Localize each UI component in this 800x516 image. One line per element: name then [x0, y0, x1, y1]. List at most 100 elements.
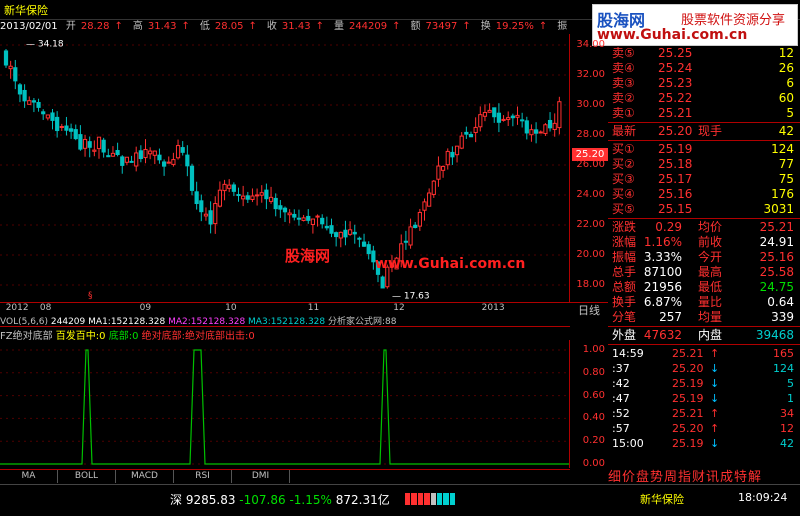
candle-body[interactable]: [64, 125, 69, 131]
candle-body[interactable]: [148, 150, 153, 155]
candle-body[interactable]: [529, 129, 534, 136]
candle-body[interactable]: [487, 109, 492, 113]
candle-body[interactable]: [231, 184, 236, 192]
candle-body[interactable]: [171, 159, 176, 165]
candle-body[interactable]: [82, 138, 88, 149]
candle-body[interactable]: [106, 155, 111, 158]
candle-body[interactable]: [310, 218, 315, 226]
candle-body[interactable]: [278, 205, 283, 210]
candle-body[interactable]: [492, 107, 497, 118]
candle-body[interactable]: [515, 114, 520, 118]
candle-body[interactable]: [273, 197, 278, 210]
candle-body[interactable]: [306, 215, 311, 221]
candle-body[interactable]: [543, 124, 548, 134]
candle-body[interactable]: [110, 152, 116, 157]
candle-body[interactable]: [194, 191, 199, 205]
candle-body[interactable]: [199, 200, 204, 213]
tab-rsi[interactable]: RSI: [174, 470, 232, 483]
candle-body[interactable]: [459, 135, 464, 149]
candle-body[interactable]: [315, 215, 320, 218]
candle-body[interactable]: [329, 225, 334, 234]
candle-body[interactable]: [27, 100, 32, 105]
candle-body[interactable]: [78, 134, 83, 150]
candle-body[interactable]: [454, 145, 460, 156]
tab-boll[interactable]: BOLL: [58, 470, 116, 483]
status-stock[interactable]: 新华保险: [640, 491, 684, 507]
candle-body[interactable]: [87, 141, 92, 148]
candle-body[interactable]: [17, 84, 23, 95]
candle-body[interactable]: [282, 207, 288, 213]
candle-body[interactable]: [510, 115, 515, 119]
candle-body[interactable]: [175, 145, 181, 159]
candle-body[interactable]: [143, 148, 148, 159]
tab-ma[interactable]: MA: [0, 470, 58, 483]
candle-body[interactable]: [166, 161, 171, 164]
candle-body[interactable]: [55, 116, 60, 132]
candle-body[interactable]: [227, 184, 232, 189]
candle-body[interactable]: [441, 165, 446, 171]
candle-body[interactable]: [250, 195, 255, 200]
sell-level-row[interactable]: 卖③ 25.23 6: [608, 76, 800, 91]
candle-body[interactable]: [403, 240, 408, 243]
candle-body[interactable]: [450, 151, 455, 158]
candle-body[interactable]: [138, 150, 143, 160]
candle-body[interactable]: [538, 131, 543, 134]
candle-body[interactable]: [287, 212, 292, 216]
candle-body[interactable]: [31, 100, 36, 103]
buy-level-row[interactable]: 买⑤ 25.15 3031: [608, 202, 800, 217]
candle-body[interactable]: [3, 50, 9, 66]
candle-body[interactable]: [343, 229, 348, 238]
candle-body[interactable]: [73, 129, 78, 140]
buy-level-row[interactable]: 买③ 25.17 75: [608, 172, 800, 187]
candle-body[interactable]: [380, 276, 385, 289]
candle-body[interactable]: [478, 114, 483, 128]
period-label[interactable]: 日线: [578, 302, 600, 318]
candle-body[interactable]: [208, 210, 213, 225]
candle-body[interactable]: [338, 231, 343, 239]
candle-body[interactable]: [245, 195, 250, 200]
buy-level-row[interactable]: 买④ 25.16 176: [608, 187, 800, 202]
candle-body[interactable]: [45, 114, 50, 119]
candle-body[interactable]: [69, 128, 74, 132]
candle-body[interactable]: [41, 111, 46, 115]
sell-level-row[interactable]: 卖① 25.21 5: [608, 106, 800, 121]
candle-body[interactable]: [348, 229, 353, 235]
candle-body[interactable]: [264, 189, 269, 200]
candle-body[interactable]: [59, 126, 64, 129]
candle-body[interactable]: [157, 154, 162, 161]
candle-body[interactable]: [557, 101, 562, 129]
candle-body[interactable]: [547, 119, 553, 129]
candle-body[interactable]: [134, 152, 139, 167]
candle-body[interactable]: [468, 133, 474, 138]
candle-body[interactable]: [203, 213, 209, 217]
candle-body[interactable]: [464, 131, 469, 135]
candle-body[interactable]: [213, 203, 218, 225]
candle-body[interactable]: [408, 226, 413, 246]
candle-body[interactable]: [431, 180, 436, 195]
stock-name[interactable]: 新华保险: [4, 2, 48, 18]
sell-level-row[interactable]: 卖⑤ 25.25 12: [608, 46, 800, 61]
candle-body[interactable]: [422, 201, 427, 211]
candle-body[interactable]: [129, 160, 134, 163]
tab-macd[interactable]: MACD: [116, 470, 174, 483]
candle-body[interactable]: [259, 192, 264, 196]
candle-body[interactable]: [501, 118, 506, 121]
indicator-chart[interactable]: [0, 340, 570, 468]
buy-level-row[interactable]: 买② 25.18 77: [608, 157, 800, 172]
candle-body[interactable]: [366, 244, 371, 255]
buy-level-row[interactable]: 买① 25.19 124: [608, 142, 800, 157]
candle-body[interactable]: [8, 65, 13, 70]
candle-body[interactable]: [361, 241, 367, 247]
candle-body[interactable]: [120, 156, 125, 166]
candle-body[interactable]: [101, 139, 106, 153]
candle-body[interactable]: [236, 194, 241, 197]
candle-body[interactable]: [92, 149, 97, 152]
sell-level-row[interactable]: 卖④ 25.24 26: [608, 61, 800, 76]
candle-body[interactable]: [445, 150, 450, 166]
candle-body[interactable]: [473, 126, 478, 134]
panel-nav[interactable]: 细价盘势周指财讯成特解: [608, 466, 800, 485]
candle-body[interactable]: [268, 196, 274, 202]
candle-body[interactable]: [222, 183, 227, 192]
candle-body[interactable]: [506, 117, 511, 121]
candle-body[interactable]: [417, 211, 422, 227]
